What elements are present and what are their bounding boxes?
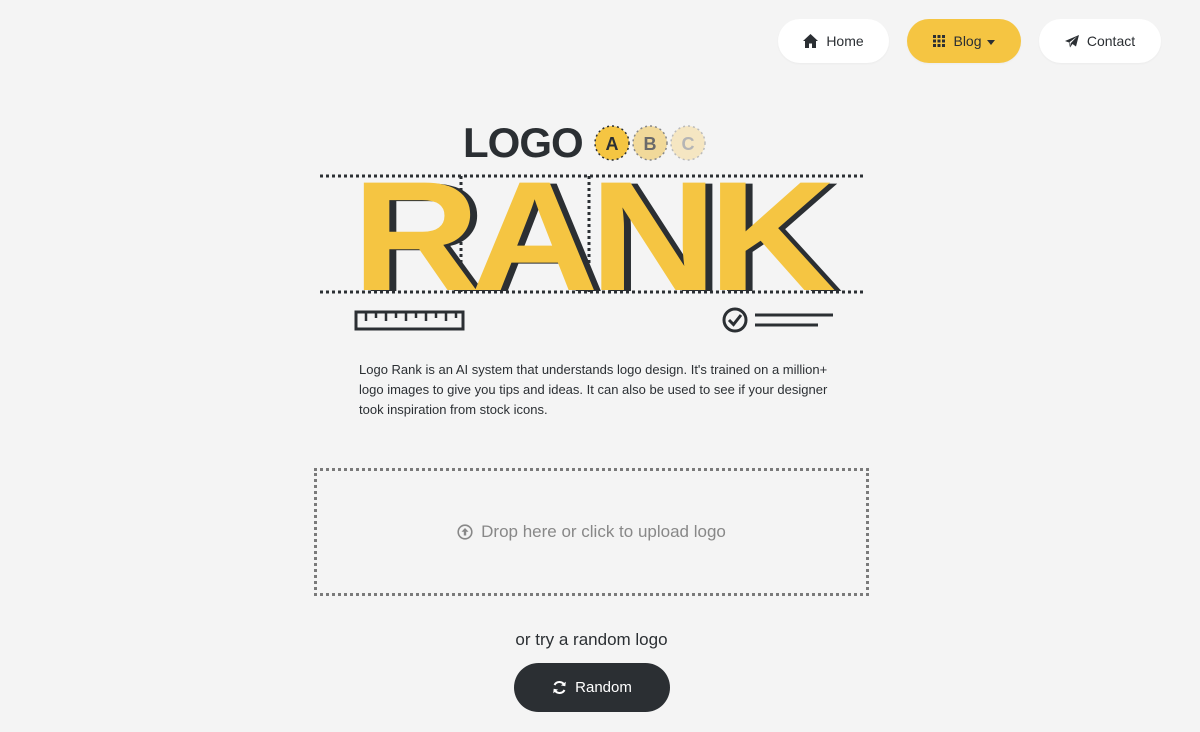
home-icon: [803, 34, 819, 48]
grid-icon: [933, 35, 946, 47]
upload-label: Drop here or click to upload logo: [481, 522, 726, 541]
description-text: Logo Rank is an AI system that understan…: [359, 362, 828, 417]
random-button[interactable]: Random: [514, 663, 670, 712]
blog-dropdown-button[interactable]: Blog: [907, 19, 1021, 63]
logo-rank-hero: LOGO A B C RANK RANK: [318, 119, 866, 335]
rank-word: RANK: [352, 150, 835, 324]
home-label: Home: [826, 33, 864, 49]
refresh-icon: [552, 680, 567, 695]
random-prompt: or try a random logo: [515, 630, 668, 649]
home-button[interactable]: Home: [778, 19, 889, 63]
chevron-down-icon: [986, 39, 995, 45]
upload-circle-icon: [457, 524, 473, 540]
contact-button[interactable]: Contact: [1039, 19, 1161, 63]
paper-plane-icon: [1064, 34, 1079, 48]
random-button-label: Random: [575, 679, 632, 696]
upload-dropzone[interactable]: Drop here or click to upload logo: [314, 468, 869, 596]
blog-label: Blog: [953, 33, 982, 49]
contact-label: Contact: [1086, 33, 1136, 49]
top-nav: Home Blog Contact: [778, 19, 1161, 63]
